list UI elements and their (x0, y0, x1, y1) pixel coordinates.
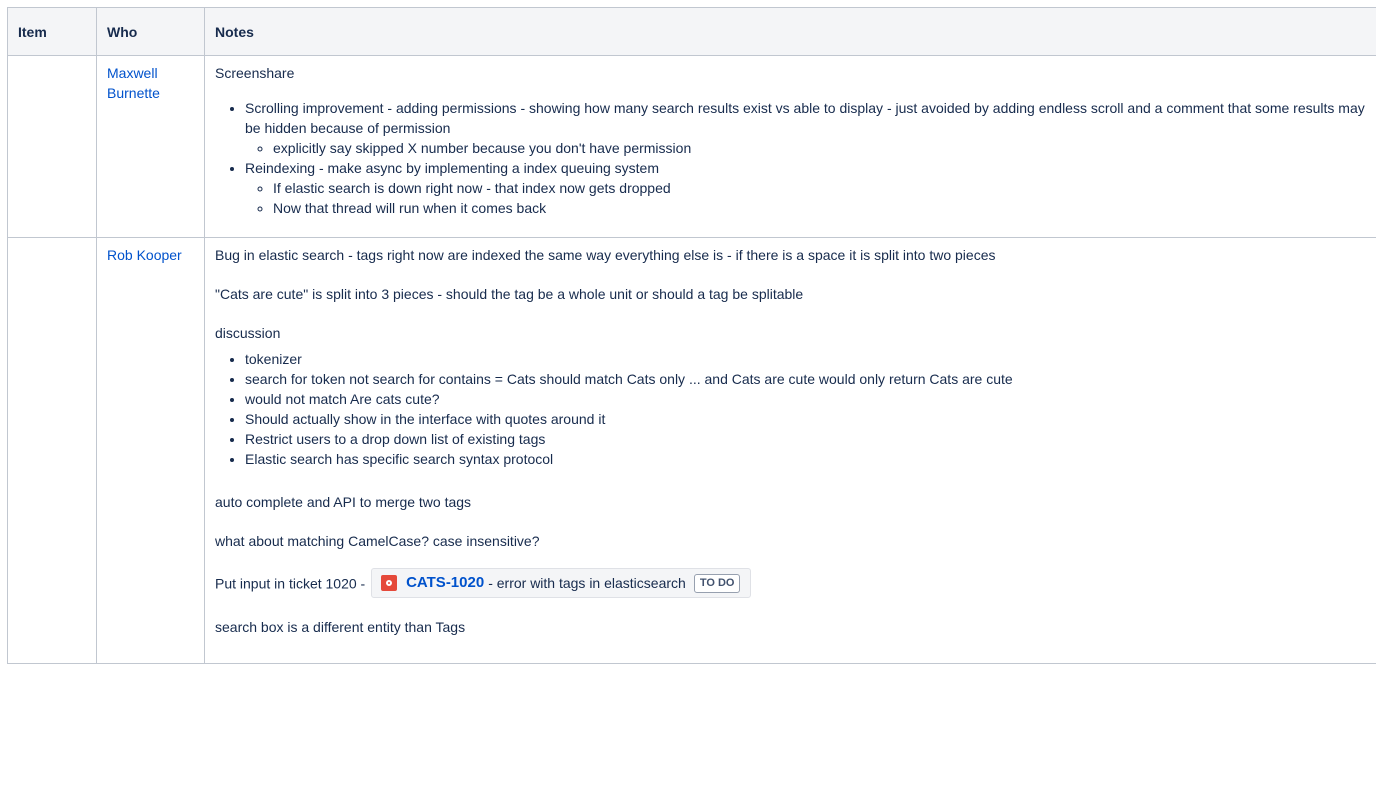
ticket-paragraph: Put input in ticket 1020 - CATS-1020 - e… (215, 568, 1376, 600)
list-item: would not match Are cats cute? (245, 389, 1376, 409)
table-row: Maxwell Burnette Screenshare Scrolling i… (7, 55, 1376, 238)
notes-paragraph: auto complete and API to merge two tags (215, 494, 472, 510)
sub-bullet-list: If elastic search is down right now - th… (245, 178, 1376, 218)
list-item: Now that thread will run when it comes b… (273, 198, 1376, 218)
status-badge: TO DO (693, 573, 741, 593)
notes-paragraph: what about matching CamelCase? case inse… (215, 533, 540, 549)
list-item: Restrict users to a drop down list of ex… (245, 429, 1376, 449)
item-cell (7, 55, 97, 238)
notes-cell: Bug in elastic search - tags right now a… (204, 237, 1376, 664)
notes-paragraph: "Cats are cute" is split into 3 pieces -… (215, 286, 804, 302)
sub-bullet-list: explicitly say skipped X number because … (245, 138, 1376, 158)
list-item-text: Reindexing - make async by implementing … (245, 160, 659, 176)
list-item-text: Scrolling improvement - adding permissio… (245, 100, 1365, 136)
list-item: tokenizer (245, 349, 1376, 369)
column-header-who: Who (96, 7, 205, 56)
list-item: search for token not search for contains… (245, 369, 1376, 389)
table-row: Rob Kooper Bug in elastic search - tags … (7, 237, 1376, 664)
notes-paragraph: Bug in elastic search - tags right now a… (215, 247, 996, 263)
jira-issue-macro[interactable]: CATS-1020 - error with tags in elasticse… (371, 568, 752, 598)
ticket-prefix-text: Put input in ticket 1020 - (215, 575, 370, 592)
who-cell: Maxwell Burnette (96, 55, 205, 238)
list-item: explicitly say skipped X number because … (273, 138, 1376, 158)
jira-issue-key-link[interactable]: CATS-1020 (406, 573, 484, 593)
bug-icon (381, 575, 398, 591)
bullet-list: tokenizer search for token not search fo… (215, 349, 1376, 469)
notes-paragraph: discussion (215, 325, 281, 341)
notes-paragraph: search box is a different entity than Ta… (215, 619, 466, 635)
list-item: If elastic search is down right now - th… (273, 178, 1376, 198)
notes-cell: Screenshare Scrolling improvement - addi… (204, 55, 1376, 238)
list-item: Scrolling improvement - adding permissio… (245, 98, 1376, 158)
jira-issue-summary: - error with tags in elasticsearch (488, 575, 686, 591)
column-header-item: Item (7, 7, 97, 56)
meeting-notes-table: Item Who Notes Maxwell Burnette Screensh… (7, 7, 1376, 664)
user-mention-link[interactable]: Rob Kooper (107, 247, 182, 263)
bullet-list: Scrolling improvement - adding permissio… (215, 98, 1376, 218)
who-cell: Rob Kooper (96, 237, 205, 664)
list-item: Should actually show in the interface wi… (245, 409, 1376, 429)
item-cell (7, 237, 97, 664)
list-item: Elastic search has specific search synta… (245, 449, 1376, 469)
user-mention-link[interactable]: Maxwell Burnette (107, 65, 160, 101)
table-header-row: Item Who Notes (7, 7, 1376, 56)
notes-paragraph: Screenshare (215, 65, 295, 81)
column-header-notes: Notes (204, 7, 1376, 56)
list-item: Reindexing - make async by implementing … (245, 158, 1376, 218)
